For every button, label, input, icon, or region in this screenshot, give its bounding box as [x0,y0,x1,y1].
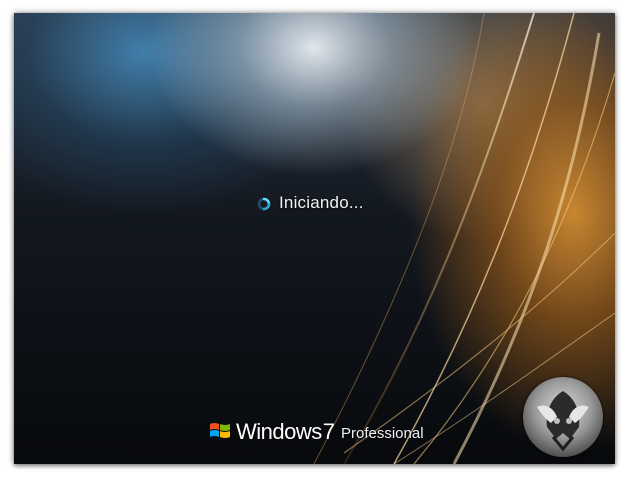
user-emblem-icon [523,377,603,457]
loading-spinner-icon [257,196,271,211]
startup-status: Iniciando... [257,191,364,215]
product-version: 7 [322,419,335,444]
windows-flag-icon [208,419,232,443]
windows-branding: Windows 7 Professional [208,415,424,445]
status-text: Iniciando... [279,193,364,212]
boot-screen: Iniciando... Windows 7 Professional [14,13,615,464]
background-swoosh-graphic [313,13,615,464]
product-edition: Professional [341,425,424,442]
product-name: Windows [236,419,322,444]
screenshot-frame: Iniciando... Windows 7 Professional [0,0,629,480]
